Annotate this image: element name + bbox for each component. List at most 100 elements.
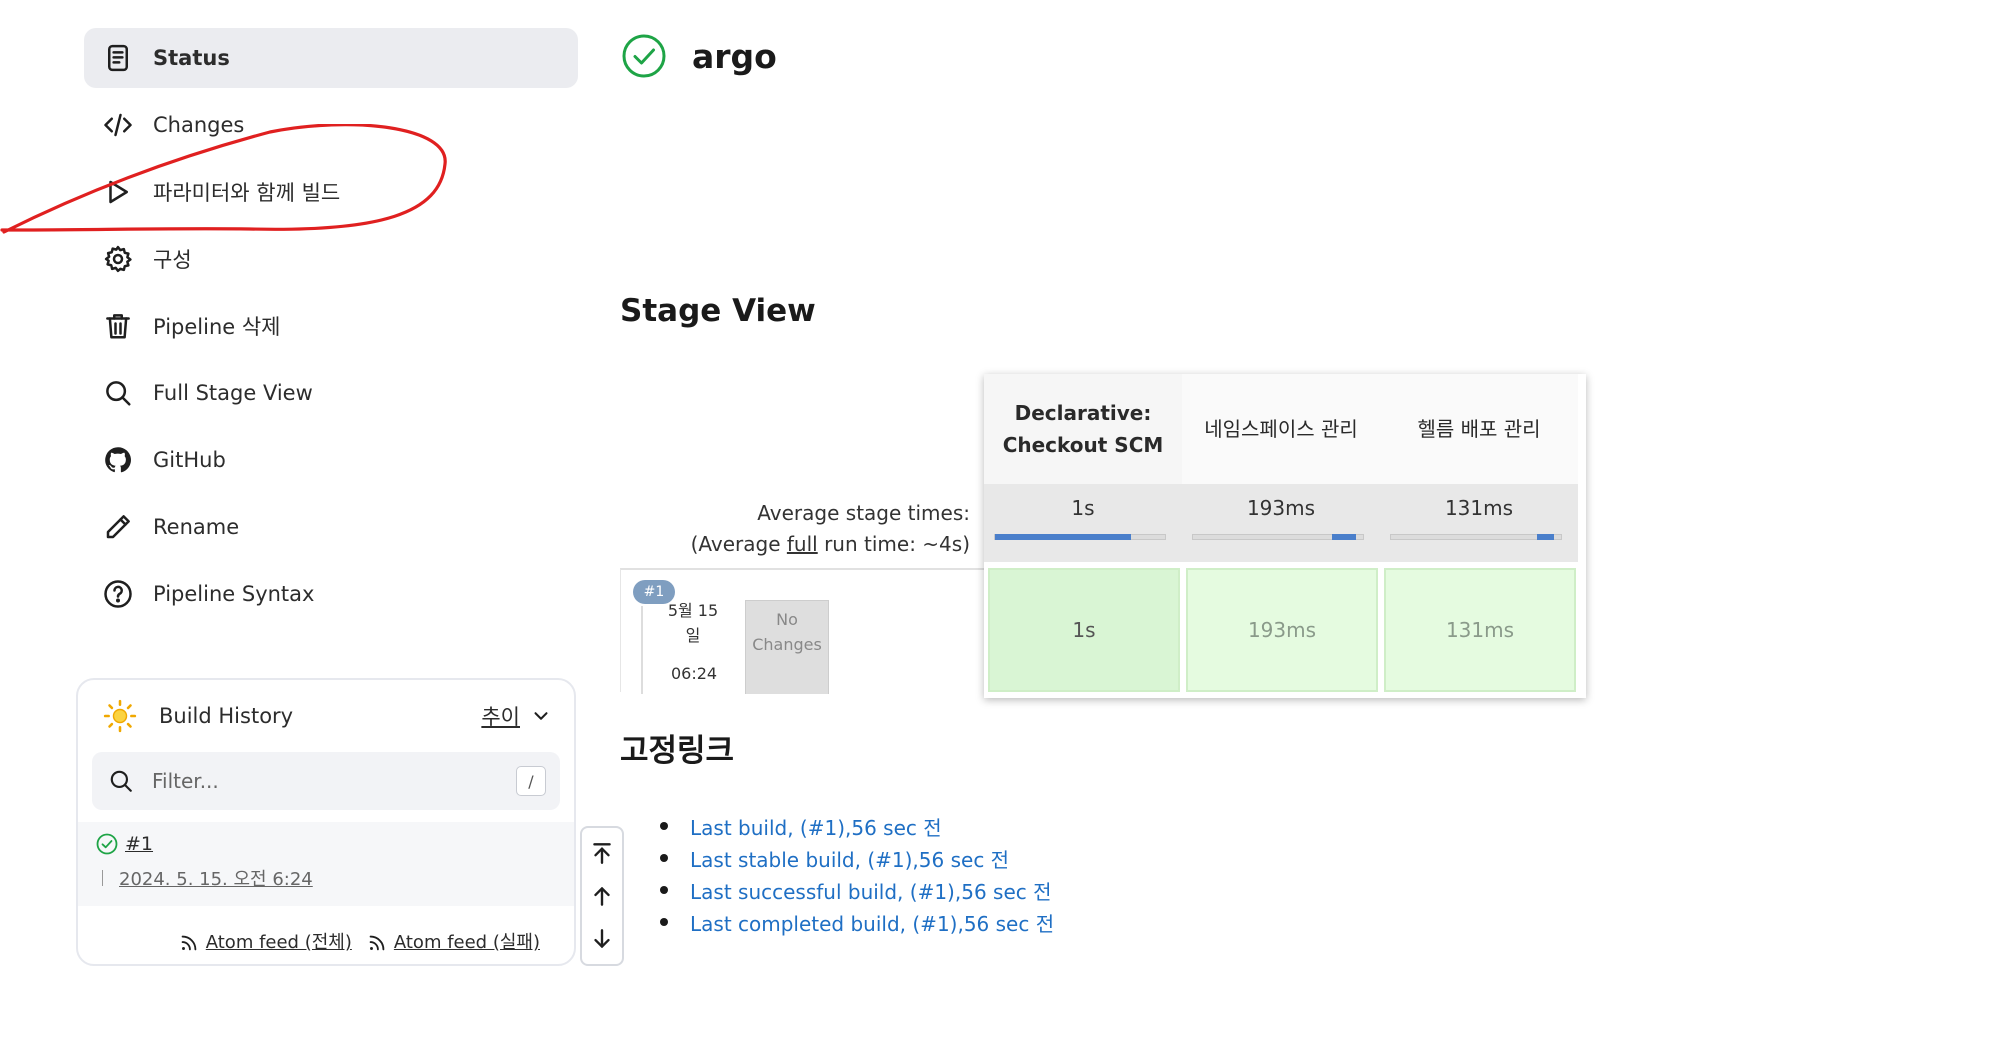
sidebar-item-label: Status [153,46,230,70]
stage-cell[interactable]: 1s [988,568,1180,692]
atom-feed-all-link[interactable]: Atom feed (전체) [178,928,352,954]
stage-average-value: 1s [1071,496,1095,520]
permalink-last-stable-build[interactable]: Last stable build, (#1),56 sec 전 [690,844,1009,873]
stage-progress-bar [1390,534,1562,540]
build-number-link[interactable]: #1 [125,833,153,855]
chevron-down-icon[interactable] [530,705,552,727]
run-date: 5월 15 일 [665,598,721,648]
rss-icon [181,935,197,951]
no-changes-line2: Changes [752,635,822,654]
scroll-down-icon[interactable] [589,926,615,952]
stage-progress-fill [995,534,1131,540]
sidebar-item-full-stage-view[interactable]: Full Stage View [84,363,578,423]
build-date-link[interactable]: 2024. 5. 15. 오전 6:24 [119,865,313,891]
build-filter-input[interactable] [152,769,516,793]
stage-column-checkout: Declarative: Checkout SCM 1s 1s [984,374,1182,698]
stage-view-table: Average stage times: (Average full run t… [620,374,1586,698]
scroll-up-icon[interactable] [589,883,615,909]
stage-column-namespace: 네임스페이스 관리 193ms 193ms [1182,374,1380,698]
job-header: argo [620,32,777,80]
stage-progress-bar [994,534,1166,540]
build-history-header: Build History 추이 [78,680,574,752]
no-changes-box: No Changes [745,600,829,694]
list-item: Last successful build, (#1),56 sec 전 [660,874,1054,906]
stage-average: 131ms [1380,484,1578,562]
sidebar-item-label: 구성 [153,248,192,272]
build-run-row: #1 5월 15 일 06:24 No Changes [620,568,984,694]
search-icon [101,376,135,410]
stage-progress-fill [1537,534,1555,540]
keyboard-shortcut-hint: / [516,766,546,796]
success-check-icon [96,833,118,855]
trend-link[interactable]: 추이 [481,701,520,731]
scroll-buttons [580,826,624,966]
stage-average: 193ms [1182,484,1380,562]
sidebar-item-label: Changes [153,113,245,137]
sidebar-item-label: Pipeline Syntax [153,582,315,606]
stage-average-value: 193ms [1246,496,1316,520]
permalink-last-successful-build[interactable]: Last successful build, (#1),56 sec 전 [690,876,1052,905]
build-row[interactable]: #1 2024. 5. 15. 오전 6:24 [78,822,574,906]
search-icon [110,770,132,792]
sidebar-item-changes[interactable]: Changes [84,95,578,155]
stage-cell[interactable]: 193ms [1186,568,1378,692]
sidebar-item-label: Full Stage View [153,381,313,405]
question-icon [101,577,135,611]
stage-view-heading: Stage View [620,293,816,329]
list-item: Last build, (#1),56 sec 전 [660,810,1054,842]
stage-progress-bar [1192,534,1364,540]
stage-cell[interactable]: 131ms [1384,568,1576,692]
sidebar-item-pipeline-syntax[interactable]: Pipeline Syntax [84,564,578,624]
stage-grid: Declarative: Checkout SCM 1s 1s 네임스페이스 관… [984,374,1586,698]
average-stage-times-label: Average stage times: [757,501,970,525]
average-stage-times: Average stage times: (Average full run t… [620,496,988,576]
run-date-line2: 일 [685,626,701,645]
sidebar-item-status[interactable]: Status [84,28,578,88]
code-icon [101,108,135,142]
permalink-last-build[interactable]: Last build, (#1),56 sec 전 [690,812,942,841]
run-date-line1: 5월 15 [667,601,719,620]
stage-header: 헬름 배포 관리 [1380,374,1578,484]
stage-column-helm: 헬름 배포 관리 131ms 131ms [1380,374,1578,698]
permalinks-list: Last build, (#1),56 sec 전 Last stable bu… [660,810,1054,938]
build-history-title: Build History [159,704,294,728]
sun-icon [103,699,137,733]
success-status-icon [622,34,666,78]
atom-feeds: Atom feed (전체) Atom feed (실패) [78,906,574,954]
sidebar-item-build-with-parameters[interactable]: 파라미터와 함께 빌드 [84,162,578,222]
status-doc-icon [101,41,135,75]
sidebar-item-label: Pipeline 삭제 [153,315,281,339]
trash-icon [101,309,135,343]
sidebar-item-rename[interactable]: Rename [84,497,578,557]
stage-average: 1s [984,484,1182,562]
sidebar-item-delete-pipeline[interactable]: Pipeline 삭제 [84,296,578,356]
full-run-link[interactable]: full [787,532,818,556]
stage-average-value: 131ms [1444,496,1514,520]
stage-header: Declarative: Checkout SCM [984,374,1182,484]
avg-full-suffix: run time: ~4s) [817,532,970,556]
atom-feed-failed-label: Atom feed (실패) [393,932,540,953]
build-filter-box: / [92,752,560,810]
permalink-last-completed-build[interactable]: Last completed build, (#1),56 sec 전 [690,908,1054,937]
stage-header: 네임스페이스 관리 [1182,374,1380,484]
build-history-panel: Build History 추이 / #1 2024. 5. 15. 오전 6:… [76,678,576,966]
atom-feed-failed-link[interactable]: Atom feed (실패) [366,928,540,954]
page-title: argo [692,36,777,76]
list-item: Last completed build, (#1),56 sec 전 [660,906,1054,938]
gear-icon [101,242,135,276]
sidebar-item-github[interactable]: GitHub [84,430,578,490]
avg-full-prefix: (Average [690,532,787,556]
github-icon [101,443,135,477]
atom-feed-all-label: Atom feed (전체) [205,932,352,953]
sidebar-nav: Status Changes 파라미터와 함께 빌드 구성 Pipeline 삭… [84,28,578,631]
list-item: Last stable build, (#1),56 sec 전 [660,842,1054,874]
run-time: 06:24 [671,664,718,683]
separator [102,870,103,886]
sidebar-item-label: GitHub [153,448,226,472]
sidebar-item-label: 파라미터와 함께 빌드 [153,181,341,205]
pencil-icon [101,510,135,544]
sidebar-item-configure[interactable]: 구성 [84,229,578,289]
permalinks-heading: 고정링크 [620,733,735,769]
scroll-top-icon[interactable] [589,840,615,866]
rss-icon [369,935,385,951]
